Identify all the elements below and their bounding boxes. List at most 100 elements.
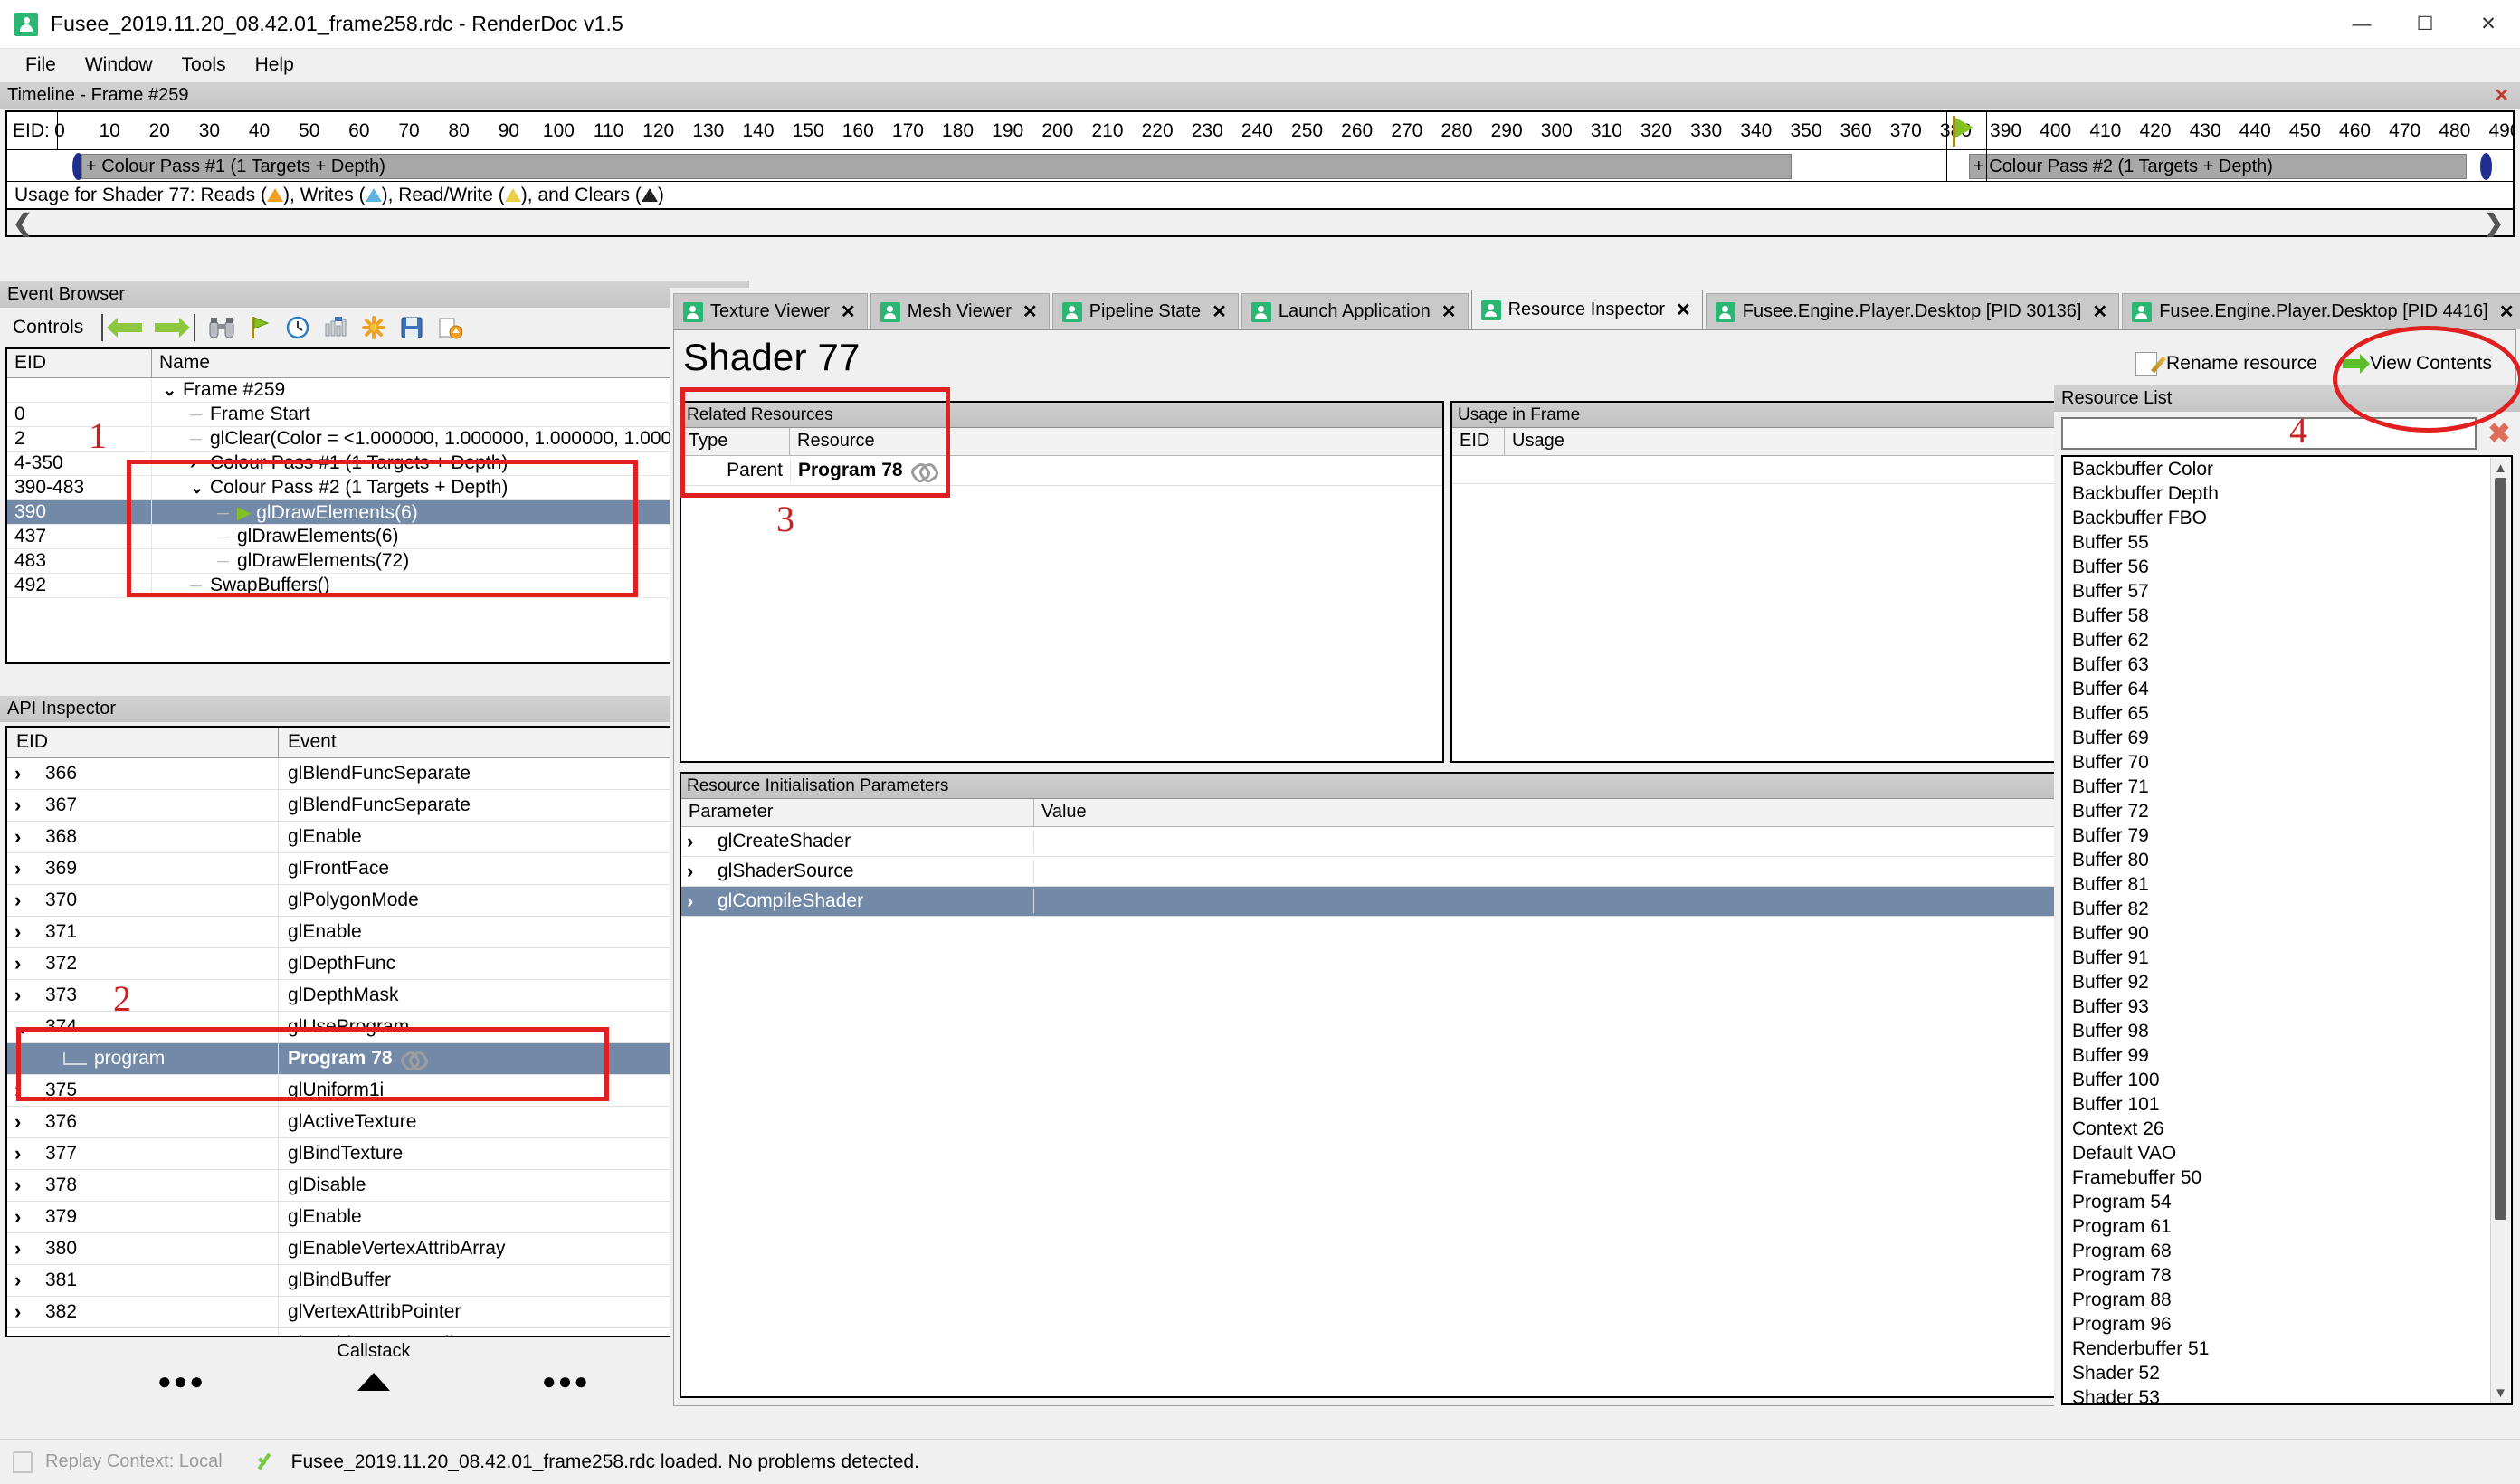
resource-list-item[interactable]: Buffer 58 bbox=[2063, 604, 2511, 628]
twisty-icon[interactable]: › bbox=[14, 1079, 45, 1102]
api-inspector-table[interactable]: EID Event › 366 glBlendFuncSeparate › 367 glB… bbox=[5, 726, 742, 1337]
resource-list-item[interactable]: Buffer 64 bbox=[2063, 677, 2511, 701]
init-param-row[interactable]: › glShaderSource bbox=[681, 857, 2123, 887]
twisty-icon[interactable]: › bbox=[14, 1237, 45, 1260]
table-row[interactable]: Parent Program 78 bbox=[681, 456, 1442, 486]
resource-list-item[interactable]: Buffer 65 bbox=[2063, 701, 2511, 726]
resource-list-item[interactable]: Buffer 98 bbox=[2063, 1019, 2511, 1043]
resource-list-item[interactable]: Buffer 80 bbox=[2063, 848, 2511, 872]
api-inspector-row[interactable]: › 370 glPolygonMode bbox=[7, 885, 740, 917]
clock-icon[interactable] bbox=[281, 312, 315, 343]
resource-list-item[interactable]: Context 26 bbox=[2063, 1117, 2511, 1141]
resource-list-item[interactable]: Buffer 55 bbox=[2063, 530, 2511, 555]
link-icon[interactable] bbox=[402, 1051, 425, 1066]
twisty-icon[interactable]: › bbox=[14, 1269, 45, 1292]
forward-arrow-icon[interactable] bbox=[150, 312, 191, 343]
event-browser-row[interactable]: 483 ─ glDrawElements(72) bbox=[7, 549, 740, 574]
tab-close-icon[interactable]: ✕ bbox=[2499, 300, 2515, 323]
api-inspector-row[interactable]: › 366 glBlendFuncSeparate bbox=[7, 758, 740, 790]
event-browser-row[interactable]: 390-483 ⌄ Colour Pass #2 (1 Targets + Dept… bbox=[7, 476, 740, 500]
timeline-pass-2-bar[interactable]: + Colour Pass #2 (1 Targets + Depth) bbox=[1969, 154, 2467, 179]
resource-list-item[interactable]: Buffer 93 bbox=[2063, 994, 2511, 1019]
twisty-icon[interactable]: › bbox=[687, 889, 718, 913]
resource-list-item[interactable]: Framebuffer 50 bbox=[2063, 1165, 2511, 1190]
api-inspector-row[interactable]: › 367 glBlendFuncSeparate bbox=[7, 790, 740, 822]
resource-list-item[interactable]: Backbuffer FBO bbox=[2063, 506, 2511, 530]
api-inspector-row[interactable]: › 380 glEnableVertexAttribArray bbox=[7, 1233, 740, 1265]
tab-resource-inspector[interactable]: Resource Inspector ✕ bbox=[1470, 290, 1703, 329]
api-inspector-row[interactable]: › 368 glEnable bbox=[7, 822, 740, 853]
menu-help[interactable]: Help bbox=[241, 51, 309, 80]
timeline-scroll-left-icon[interactable]: ❮ bbox=[7, 209, 38, 237]
callstack-dots-left[interactable]: ●●● bbox=[157, 1367, 205, 1395]
resource-list-item[interactable]: Program 78 bbox=[2063, 1263, 2511, 1288]
twisty-icon[interactable]: › bbox=[14, 794, 45, 817]
callstack-expand-icon[interactable] bbox=[357, 1372, 390, 1391]
bar-chart-icon[interactable] bbox=[319, 312, 353, 343]
link-icon[interactable] bbox=[912, 463, 936, 478]
back-arrow-icon[interactable] bbox=[107, 312, 147, 343]
menu-file[interactable]: File bbox=[11, 51, 71, 80]
twisty-icon[interactable]: › bbox=[14, 889, 45, 912]
resource-list-item[interactable]: Buffer 91 bbox=[2063, 946, 2511, 970]
menu-window[interactable]: Window bbox=[71, 51, 167, 80]
twisty-icon[interactable]: › bbox=[14, 857, 45, 880]
api-inspector-row[interactable]: › 379 glEnable bbox=[7, 1202, 740, 1233]
binoculars-icon[interactable] bbox=[204, 312, 239, 343]
maximize-button[interactable]: ☐ bbox=[2393, 0, 2457, 49]
scroll-up-icon[interactable]: ▲ bbox=[2491, 458, 2510, 478]
api-inspector-row[interactable]: › 375 glUniform1i bbox=[7, 1075, 740, 1107]
api-inspector-row[interactable]: › 382 glVertexAttribPointer bbox=[7, 1297, 740, 1328]
minimize-button[interactable]: — bbox=[2330, 0, 2393, 49]
view-contents-button[interactable]: View Contents bbox=[2342, 353, 2492, 375]
twisty-icon[interactable]: › bbox=[687, 830, 718, 853]
resource-list-item[interactable]: Buffer 63 bbox=[2063, 652, 2511, 677]
resource-list-item[interactable]: Buffer 62 bbox=[2063, 628, 2511, 652]
resource-list-item[interactable]: Renderbuffer 51 bbox=[2063, 1337, 2511, 1361]
resource-list-item[interactable]: Buffer 72 bbox=[2063, 799, 2511, 823]
twisty-icon[interactable]: › bbox=[14, 920, 45, 944]
timeline-ruler[interactable]: EID: 0 10 20 30 40 50 60 70 80 90 100 110 120 130 140 1… bbox=[7, 112, 2513, 150]
related-resource[interactable]: Program 78 bbox=[798, 460, 903, 481]
api-inspector-row[interactable]: › 371 glEnable bbox=[7, 917, 740, 948]
rename-resource-button[interactable]: Rename resource bbox=[2135, 352, 2317, 376]
resource-list-item[interactable]: Buffer 100 bbox=[2063, 1068, 2511, 1092]
twisty-icon[interactable]: › bbox=[14, 1332, 45, 1336]
twisty-icon[interactable]: › bbox=[14, 825, 45, 849]
tab-close-icon[interactable]: ✕ bbox=[1441, 300, 1457, 323]
resource-list-box[interactable]: Backbuffer Color Backbuffer Depth Backbuff… bbox=[2061, 455, 2513, 1405]
twisty-icon[interactable]: ⌄ bbox=[163, 381, 183, 400]
init-param-row[interactable]: › glCreateShader bbox=[681, 827, 2123, 857]
search-input[interactable] bbox=[2061, 417, 2477, 450]
resource-list-item[interactable]: Backbuffer Color bbox=[2063, 457, 2511, 481]
tab-close-icon[interactable]: ✕ bbox=[1022, 300, 1038, 323]
tab-pipeline-state[interactable]: Pipeline State ✕ bbox=[1051, 293, 1239, 329]
resource-list-item[interactable]: Program 88 bbox=[2063, 1288, 2511, 1312]
event-browser-row[interactable]: 4-350 › Colour Pass #1 (1 Targets + Depth) bbox=[7, 452, 740, 476]
menu-tools[interactable]: Tools bbox=[167, 51, 241, 80]
tab-texture-viewer[interactable]: Texture Viewer ✕ bbox=[673, 293, 868, 329]
resource-list-item[interactable]: Buffer 101 bbox=[2063, 1092, 2511, 1117]
twisty-icon[interactable]: › bbox=[14, 1300, 45, 1324]
tab-fusee-engine-player-desktop-pid-30136[interactable]: Fusee.Engine.Player.Desktop [PID 30136] ✕ bbox=[1705, 293, 2120, 329]
clear-search-icon[interactable]: ✖ bbox=[2484, 418, 2515, 450]
api-inspector-row[interactable]: › 381 glBindBuffer bbox=[7, 1265, 740, 1297]
resource-list-item[interactable]: Program 96 bbox=[2063, 1312, 2511, 1337]
resource-list-item[interactable]: Buffer 99 bbox=[2063, 1043, 2511, 1068]
timeline-body[interactable]: EID: 0 10 20 30 40 50 60 70 80 90 100 110 120 130 140 1… bbox=[5, 110, 2515, 210]
save-icon[interactable] bbox=[395, 312, 429, 343]
api-inspector-row[interactable]: › 372 glDepthFunc bbox=[7, 948, 740, 980]
tab-close-icon[interactable]: ✕ bbox=[1212, 300, 1227, 323]
twisty-icon[interactable]: › bbox=[190, 454, 210, 473]
export-icon[interactable] bbox=[433, 312, 467, 343]
api-inspector-row[interactable]: ›383glEnableVertexAttribArray bbox=[7, 1328, 740, 1336]
twisty-icon[interactable]: › bbox=[14, 1142, 45, 1165]
tab-close-icon[interactable]: ✕ bbox=[841, 300, 856, 323]
init-param-row[interactable]: › glCompileShader bbox=[681, 887, 2123, 917]
event-browser-row[interactable]: 0 ─ Frame Start bbox=[7, 403, 740, 427]
twisty-icon[interactable]: › bbox=[14, 984, 45, 1007]
callstack-dots-right[interactable]: ●●● bbox=[542, 1367, 590, 1395]
api-inspector-row[interactable]: › 376 glActiveTexture bbox=[7, 1107, 740, 1138]
resource-list-item[interactable]: Default VAO bbox=[2063, 1141, 2511, 1165]
resource-link[interactable]: Program 78 bbox=[288, 1048, 393, 1070]
